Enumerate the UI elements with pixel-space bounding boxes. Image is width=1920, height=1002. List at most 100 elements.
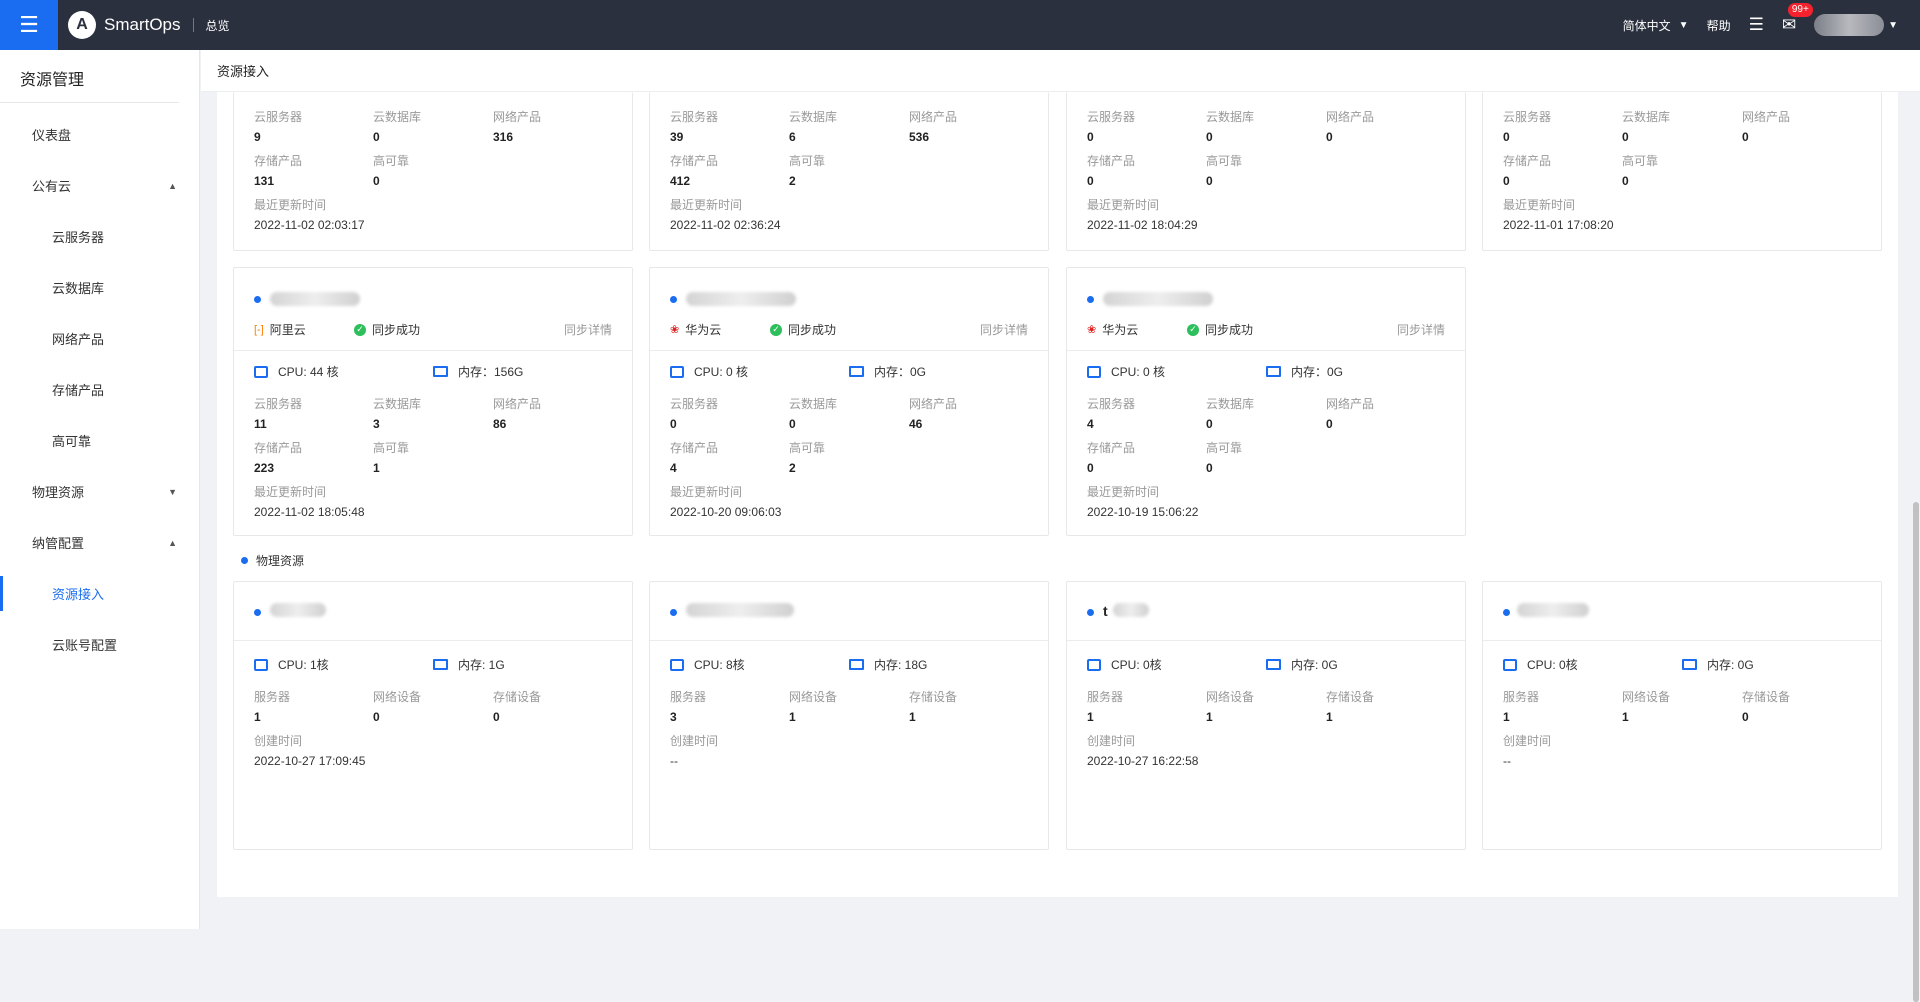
sidebar-item-storage[interactable]: 存储产品 xyxy=(0,364,199,415)
sidebar-item-network[interactable]: 网络产品 xyxy=(0,313,199,364)
stat-label: 存储产品 xyxy=(1087,441,1136,455)
top-right-actions: 简体中文 ▼ 帮助 ☰ ✉ 99+ ▼ xyxy=(1605,0,1898,50)
stat-value: 1 xyxy=(909,710,916,724)
app-logo[interactable]: A SmartOps xyxy=(68,11,181,39)
sidebar-item-resource-access[interactable]: 资源接入 xyxy=(0,568,199,619)
sync-status: ✓ 同步成功 xyxy=(354,321,420,338)
sync-detail-link[interactable]: 同步详情 xyxy=(1397,321,1445,338)
stat-value: 1 xyxy=(254,710,261,724)
cpu-info: CPU: 44 核 xyxy=(254,363,339,380)
status-dot xyxy=(670,296,677,303)
created-time-value: -- xyxy=(670,754,678,768)
stat-label: 存储产品 xyxy=(254,441,303,455)
stat-label: 高可靠 xyxy=(1622,154,1659,168)
language-selector[interactable]: 简体中文 ▼ xyxy=(1623,17,1689,34)
scrollbar[interactable] xyxy=(1912,92,1920,1002)
stat-value: 1 xyxy=(1622,710,1629,724)
stat-value: 3 xyxy=(670,710,677,724)
resource-name: t xyxy=(1103,603,1108,619)
last-update-label: 最近更新时间 xyxy=(254,485,327,499)
sidebar-item-managed-config[interactable]: 纳管配置 ▲ xyxy=(0,517,199,568)
cloud-account-card[interactable]: [-] 阿里云 ✓ 同步成功 同步详情 CPU: 44 核 内存：156G 云服务器 11 云数据… xyxy=(233,267,633,536)
cloud-account-card[interactable]: ❀ 华为云 ✓ 同步成功 同步详情 CPU: 0 核 内存：0G 云服务器 4 云数据库 0 网络产品… xyxy=(1066,267,1466,536)
sidebar-item-label: 仪表盘 xyxy=(32,128,72,143)
stat-label: 云服务器 xyxy=(1087,110,1136,124)
sidebar-item-ha[interactable]: 高可靠 xyxy=(0,415,199,466)
stat-label: 存储产品 xyxy=(670,154,719,168)
stat-label: 网络设备 xyxy=(789,690,838,704)
cpu-info: CPU: 0核 xyxy=(1087,656,1162,673)
memory-icon xyxy=(849,366,864,377)
user-menu[interactable]: ▼ xyxy=(1814,14,1898,36)
last-update-value: 2022-11-02 02:03:17 xyxy=(254,218,365,232)
sidebar-item-public-cloud[interactable]: 公有云 ▲ xyxy=(0,160,199,211)
sidebar-item-cloud-account[interactable]: 云账号配置 xyxy=(0,619,199,670)
task-list-icon[interactable]: ☰ xyxy=(1749,15,1764,35)
stat-value: 6 xyxy=(789,130,796,144)
cloud-account-card[interactable]: 云服务器 0 云数据库 0 网络产品 0 存储产品 0 高可靠 0 最近更新时间 2022-11-01… xyxy=(1482,92,1882,251)
check-circle-icon: ✓ xyxy=(1187,323,1199,336)
mail-icon[interactable]: ✉ 99+ xyxy=(1782,3,1813,35)
cpu-info: CPU: 0 核 xyxy=(1087,363,1165,380)
stat-value: 0 xyxy=(1326,417,1333,431)
huawei-icon: ❀ xyxy=(1087,324,1097,336)
cpu-value: CPU: 44 核 xyxy=(278,365,339,379)
physical-resource-card[interactable]: CPU: 8核 内存: 18G 服务器 3 网络设备 1 存储设备 1 创建时间 -- xyxy=(649,581,1049,850)
stat-label: 网络设备 xyxy=(373,690,422,704)
sync-detail-link[interactable]: 同步详情 xyxy=(980,321,1028,338)
smartops-logo-icon: A xyxy=(68,11,96,39)
stat-label: 云数据库 xyxy=(373,397,422,411)
sidebar-item-label: 云账号配置 xyxy=(52,638,118,653)
sidebar-item-label: 公有云 xyxy=(32,179,72,194)
stat-label: 服务器 xyxy=(1503,690,1540,704)
stat-value: 0 xyxy=(1742,710,1749,724)
status-dot xyxy=(1087,609,1094,616)
divider xyxy=(1483,640,1881,641)
stat-label: 存储产品 xyxy=(670,441,719,455)
check-circle-icon: ✓ xyxy=(354,323,366,336)
created-time-label: 创建时间 xyxy=(254,734,303,748)
stat-label: 网络产品 xyxy=(1326,110,1375,124)
memory-value: 内存: 18G xyxy=(874,658,928,672)
cloud-account-card[interactable]: 云服务器 39 云数据库 6 网络产品 536 存储产品 412 高可靠 2 最近更新时间 2022-… xyxy=(649,92,1049,251)
scrollbar-thumb[interactable] xyxy=(1913,502,1919,1002)
physical-resource-card[interactable]: CPU: 1核 内存: 1G 服务器 1 网络设备 0 存储设备 0 创建时间 2022-10-2… xyxy=(233,581,633,850)
stat-value: 0 xyxy=(789,417,796,431)
created-time-value: 2022-10-27 17:09:45 xyxy=(254,754,366,768)
stat-value: 1 xyxy=(789,710,796,724)
physical-resource-card[interactable]: CPU: 0核 内存: 0G 服务器 1 网络设备 1 存储设备 0 创建时间 -- xyxy=(1482,581,1882,850)
help-link[interactable]: 帮助 xyxy=(1707,17,1731,34)
resource-name-redacted xyxy=(1113,603,1149,617)
stat-value: 0 xyxy=(1206,417,1213,431)
page-title: 资源接入 xyxy=(201,50,1920,92)
sidebar-item-dashboard[interactable]: 仪表盘 xyxy=(0,109,199,160)
physical-resource-card[interactable]: t CPU: 0核 内存: 0G 服务器 1 网络设备 1 存储设备 1 创建时间 2022-10-… xyxy=(1066,581,1466,850)
language-label: 简体中文 xyxy=(1622,18,1671,33)
divider xyxy=(192,18,194,32)
sync-status: ✓ 同步成功 xyxy=(770,321,836,338)
sidebar-item-cloud-db[interactable]: 云数据库 xyxy=(0,262,199,313)
menu-toggle-button[interactable]: ☰ xyxy=(0,0,58,50)
memory-info: 内存：0G xyxy=(849,363,926,380)
stat-label: 存储产品 xyxy=(254,154,303,168)
cloud-account-card[interactable]: 云服务器 0 云数据库 0 网络产品 0 存储产品 0 高可靠 0 最近更新时间 2022-11-02… xyxy=(1066,92,1466,251)
stat-value: 0 xyxy=(1087,461,1094,475)
cpu-info: CPU: 0核 xyxy=(1503,656,1578,673)
cloud-account-card[interactable]: 云服务器 9 云数据库 0 网络产品 316 存储产品 131 高可靠 0 最近更新时间 2022-1… xyxy=(233,92,633,251)
cloud-account-card[interactable]: ❀ 华为云 ✓ 同步成功 同步详情 CPU: 0 核 内存：0G 云服务器 0 云数据库 0 网络产品… xyxy=(649,267,1049,536)
sidebar-item-cloud-server[interactable]: 云服务器 xyxy=(0,211,199,262)
app-name: SmartOps xyxy=(104,15,181,34)
stat-value: 0 xyxy=(1326,130,1333,144)
nav-overview-link[interactable]: 总览 xyxy=(206,17,230,34)
huawei-icon: ❀ xyxy=(670,324,680,336)
sidebar-item-label: 纳管配置 xyxy=(32,536,85,551)
chevron-up-icon: ▲ xyxy=(168,537,177,548)
sync-detail-link[interactable]: 同步详情 xyxy=(564,321,612,338)
memory-value: 内存: 0G xyxy=(1291,658,1338,672)
memory-info: 内存：156G xyxy=(433,363,523,380)
stat-label: 网络产品 xyxy=(1742,110,1791,124)
stat-value: 316 xyxy=(493,130,514,144)
stat-label: 高可靠 xyxy=(1206,441,1243,455)
stat-label: 存储设备 xyxy=(1742,690,1791,704)
sidebar-item-physical[interactable]: 物理资源 ▼ xyxy=(0,466,199,517)
